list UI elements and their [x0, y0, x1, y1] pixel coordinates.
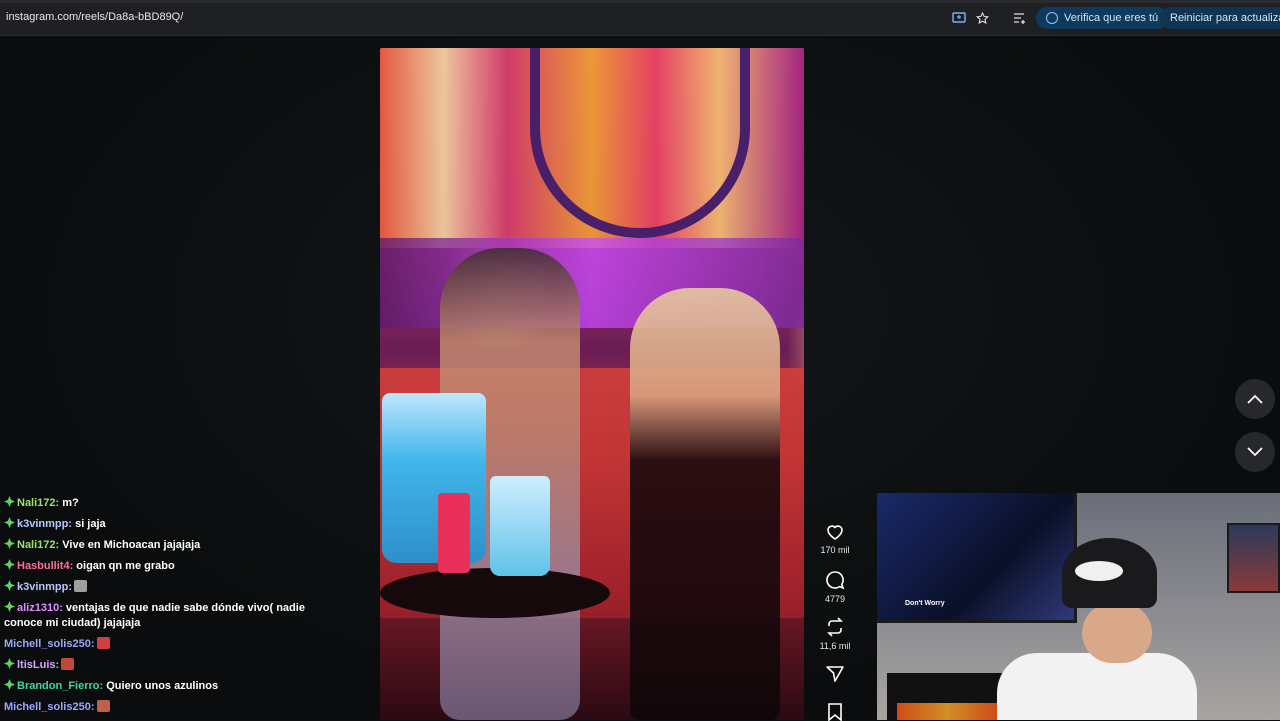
chat-username[interactable]: Michell_solis250: — [4, 638, 95, 650]
share-action[interactable] — [815, 665, 855, 683]
bar-table — [380, 568, 610, 618]
chat-text: Vive en Michoacan jajajaja — [59, 539, 201, 551]
cast-icon[interactable] — [950, 9, 968, 27]
bookmark-icon — [828, 703, 842, 721]
previous-reel-button[interactable] — [1235, 379, 1275, 419]
chat-message: k3vinmpp: si jaja — [4, 517, 334, 532]
likes-count: 170 mil — [820, 545, 850, 555]
repost-icon — [827, 617, 843, 637]
reposts-count: 11,6 mil — [819, 641, 851, 651]
bookmark-star-icon[interactable] — [973, 9, 991, 27]
heart-icon — [827, 525, 843, 540]
like-action[interactable]: 170 mil — [815, 523, 855, 555]
restart-update-button[interactable]: Reiniciar para actualizar — [1160, 7, 1280, 29]
chat-message: Michell_solis250: — [4, 700, 334, 715]
save-action[interactable] — [815, 703, 855, 721]
chat-message: aliz1310: ventajas de que nadie sabe dón… — [4, 601, 334, 631]
chat-username[interactable]: Nali172: — [17, 497, 59, 509]
browser-toolbar: instagram.com/reels/Da8a-bBD89Q/ Verific… — [0, 0, 1280, 36]
sub-badge-icon — [4, 517, 15, 528]
streamer-shirt — [997, 653, 1197, 720]
red-cup — [438, 493, 470, 573]
chat-username[interactable]: aliz1310: — [17, 602, 63, 614]
tv-caption: Don't Worry — [905, 600, 945, 607]
chat-username[interactable]: Brandon_Fierro: — [17, 680, 103, 692]
chevron-up-icon — [1247, 394, 1263, 404]
shield-icon — [1046, 12, 1058, 24]
chat-username[interactable]: k3vinmpp: — [17, 581, 72, 593]
large-blue-cup — [382, 393, 486, 563]
wall-picture — [1227, 523, 1280, 593]
reading-list-icon[interactable] — [1010, 9, 1028, 27]
comments-count: 4779 — [824, 594, 846, 604]
webcam-overlay: Don't Worry — [877, 493, 1280, 720]
streamer-face — [1082, 603, 1152, 663]
fire — [897, 703, 997, 720]
chat-text: m? — [59, 497, 79, 509]
emote-icon — [96, 637, 110, 649]
chat-message: ltisLuis: — [4, 658, 334, 673]
sub-badge-icon — [4, 496, 15, 507]
sub-badge-icon — [4, 601, 15, 612]
repost-action[interactable]: 11,6 mil — [815, 617, 855, 651]
sub-badge-icon — [4, 679, 15, 690]
verify-identity-button[interactable]: Verifica que eres tú — [1036, 7, 1169, 29]
chat-text: oigan qn me grabo — [73, 560, 175, 572]
woman-right — [630, 288, 780, 720]
update-label: Reiniciar para actualizar — [1170, 12, 1280, 24]
small-blue-cup — [490, 476, 550, 576]
cap-logo — [1075, 561, 1123, 581]
chat-message: k3vinmpp: — [4, 580, 334, 595]
emote-icon — [61, 658, 75, 670]
chat-username[interactable]: Nali172: — [17, 539, 59, 551]
sub-badge-icon — [4, 559, 15, 570]
emote-icon — [74, 580, 88, 592]
chat-text: Quiero unos azulinos — [103, 680, 219, 692]
address-bar[interactable]: instagram.com/reels/Da8a-bBD89Q/ — [6, 11, 183, 23]
sub-badge-icon — [4, 538, 15, 549]
verify-label: Verifica que eres tú — [1064, 12, 1159, 24]
chat-text: si jaja — [72, 518, 106, 530]
chevron-down-icon — [1247, 447, 1263, 457]
chat-username[interactable]: ltisLuis: — [17, 659, 59, 671]
sub-badge-icon — [4, 580, 15, 591]
send-icon — [826, 666, 844, 682]
sub-badge-icon — [4, 658, 15, 669]
reel-video[interactable] — [380, 48, 804, 720]
chat-message: Michell_solis250: — [4, 637, 334, 652]
comment-action[interactable]: 4779 — [815, 570, 855, 604]
chat-message: Nali172: Vive en Michoacan jajajaja — [4, 538, 334, 553]
chat-username[interactable]: Hasbullit4: — [17, 560, 73, 572]
emote-icon — [96, 700, 110, 712]
chat-overlay: Nali172: m? k3vinmpp: si jaja Nali172: Viv… — [4, 496, 334, 721]
chat-message: Brandon_Fierro: Quiero unos azulinos — [4, 679, 334, 694]
comment-icon — [826, 571, 845, 590]
chat-message: Nali172: m? — [4, 496, 334, 511]
chat-message: Hasbullit4: oigan qn me grabo — [4, 559, 334, 574]
next-reel-button[interactable] — [1235, 432, 1275, 472]
chat-username[interactable]: Michell_solis250: — [4, 701, 95, 713]
chat-username[interactable]: k3vinmpp: — [17, 518, 72, 530]
